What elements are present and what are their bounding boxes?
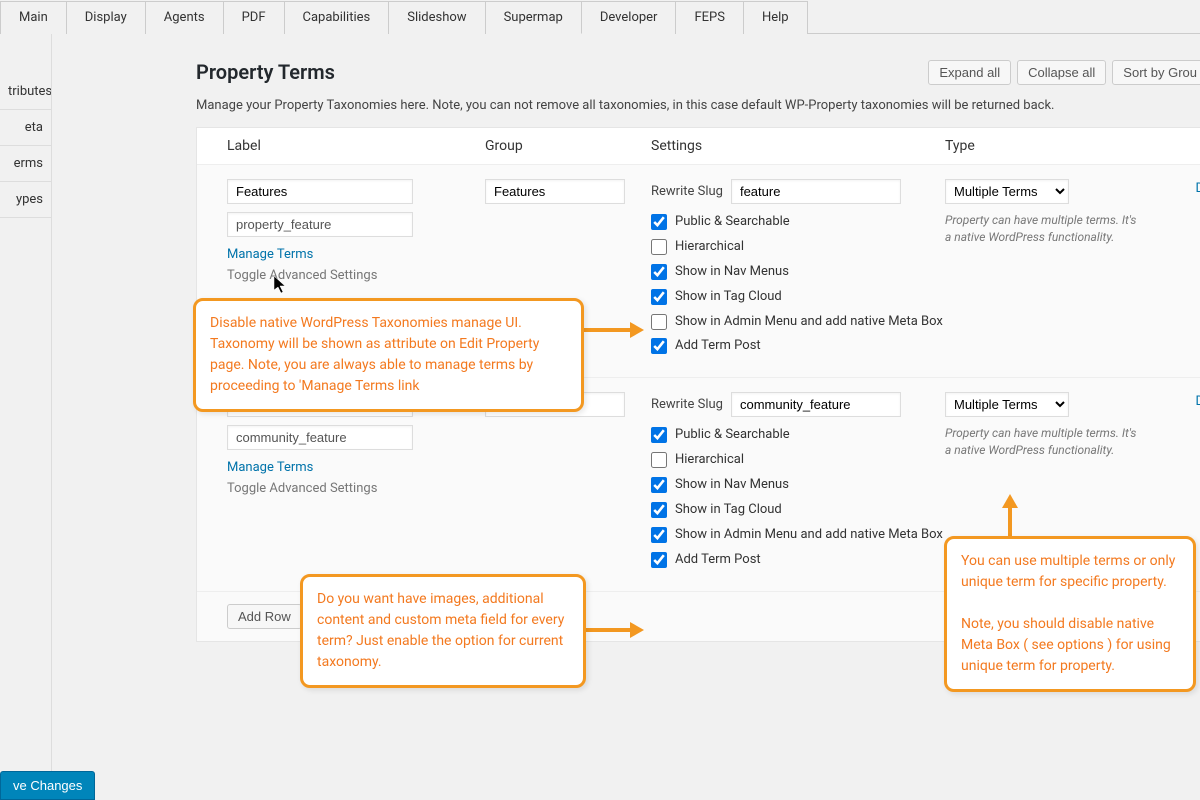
option-label: Add Term Post [675,338,761,355]
label-input[interactable] [227,179,413,204]
option-checkbox[interactable] [651,552,667,568]
tab-display[interactable]: Display [66,1,146,34]
manage-terms-link[interactable]: Manage Terms [227,247,485,262]
header-settings: Settings [651,138,945,154]
option-checkbox[interactable] [651,214,667,230]
option-label: Show in Tag Cloud [675,289,782,306]
expand-all-button[interactable]: Expand all [928,60,1011,85]
option-checkbox[interactable] [651,452,667,468]
collapse-all-button[interactable]: Collapse all [1017,60,1106,85]
option-checkbox[interactable] [651,239,667,255]
option-label: Public & Searchable [675,214,790,231]
tab-main[interactable]: Main [0,1,67,34]
option-checkbox[interactable] [651,502,667,518]
option-label: Show in Admin Menu and add native Meta B… [675,527,943,544]
slug-input [227,425,413,450]
delete-link[interactable]: Dele [1196,394,1200,409]
group-input[interactable] [485,179,625,204]
manage-terms-link[interactable]: Manage Terms [227,460,485,475]
sort-by-group-button[interactable]: Sort by Grou [1112,60,1200,85]
tab-pdf[interactable]: PDF [223,1,285,34]
option-checkbox[interactable] [651,314,667,330]
page-description: Manage your Property Taxonomies here. No… [196,98,1200,113]
option-label: Show in Tag Cloud [675,502,782,519]
arrow-icon [582,320,644,340]
save-changes-button[interactable]: ve Changes [0,771,95,800]
table-header: Label Group Settings Type [197,128,1200,165]
rewrite-slug-label: Rewrite Slug [651,184,723,199]
arrow-icon [1000,494,1020,538]
option-label: Hierarchical [675,452,744,469]
callout-type: You can use multiple terms or only uniqu… [944,536,1196,692]
tab-slideshow[interactable]: Slideshow [388,1,485,34]
toggle-advanced-link[interactable]: Toggle Advanced Settings [227,268,485,283]
arrow-icon [584,620,644,640]
header-group: Group [485,138,651,154]
rewrite-slug-input[interactable] [731,392,901,417]
type-description: Property can have multiple terms. It's a… [945,425,1145,459]
rewrite-slug-label: Rewrite Slug [651,397,723,412]
option-checkbox[interactable] [651,264,667,280]
option-checkbox[interactable] [651,477,667,493]
sidebar: tributesetaermsypes [0,34,52,798]
top-tabs: MainDisplayAgentsPDFCapabilitiesSlidesho… [0,0,1200,34]
rewrite-slug-input[interactable] [731,179,901,204]
toggle-advanced-link[interactable]: Toggle Advanced Settings [227,481,485,496]
option-checkbox[interactable] [651,527,667,543]
cursor-icon [274,276,288,298]
option-label: Show in Nav Menus [675,477,789,494]
delete-link[interactable]: Dele [1196,181,1200,196]
callout-manage-ui: Disable native WordPress Taxonomies mana… [193,298,584,412]
tab-developer[interactable]: Developer [581,1,677,34]
header-type: Type [945,138,1189,154]
tab-capabilities[interactable]: Capabilities [284,1,390,34]
tab-agents[interactable]: Agents [145,1,224,34]
sidebar-item[interactable]: eta [0,110,51,146]
type-select[interactable]: Multiple Terms [945,179,1069,204]
type-description: Property can have multiple terms. It's a… [945,212,1145,246]
option-checkbox[interactable] [651,427,667,443]
option-label: Show in Admin Menu and add native Meta B… [675,314,943,331]
tab-help[interactable]: Help [743,1,808,34]
slug-input [227,212,413,237]
add-row-button[interactable]: Add Row [227,604,302,629]
sidebar-item[interactable]: erms [0,146,51,182]
option-label: Add Term Post [675,552,761,569]
tab-feps[interactable]: FEPS [675,1,744,34]
callout-term-post: Do you want have images, additional cont… [300,574,586,688]
option-checkbox[interactable] [651,338,667,354]
option-checkbox[interactable] [651,289,667,305]
header-label: Label [227,138,485,154]
option-label: Public & Searchable [675,427,790,444]
tab-supermap[interactable]: Supermap [485,1,582,34]
option-label: Show in Nav Menus [675,264,789,281]
top-buttons: Expand all Collapse all Sort by Grou [928,60,1200,85]
sidebar-item[interactable]: ypes [0,182,51,218]
sidebar-item[interactable]: tributes [0,74,51,110]
option-label: Hierarchical [675,239,744,256]
type-select[interactable]: Multiple Terms [945,392,1069,417]
